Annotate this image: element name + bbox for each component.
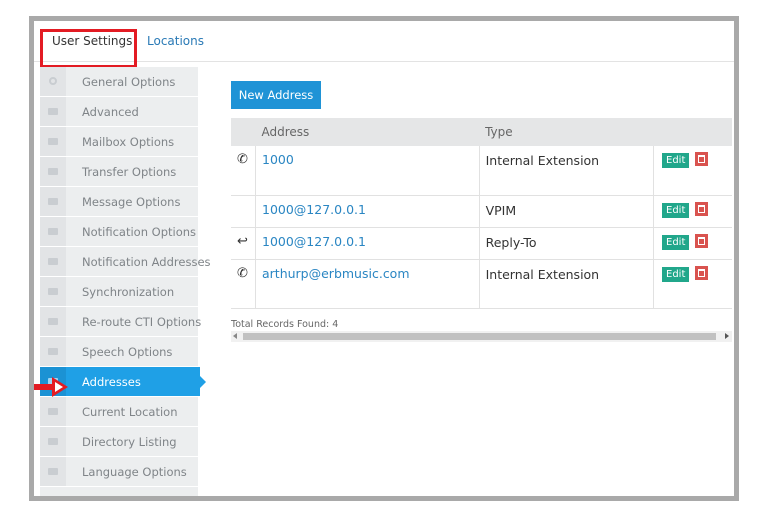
sidebar-item-mailbox-options[interactable]: Mailbox Options xyxy=(40,127,198,157)
tab-locations[interactable]: Locations xyxy=(147,21,204,61)
column-header-icon xyxy=(231,118,256,146)
sidebar-item-language-options[interactable]: Language Options xyxy=(40,457,198,487)
column-header-address: Address xyxy=(255,118,480,146)
sidebar-item-label: Message Options xyxy=(82,195,181,209)
table-row: ✆ 1000 Internal Extension Edit xyxy=(231,146,732,196)
sidebar-item-label: Advanced xyxy=(82,105,139,119)
address-type: Internal Extension xyxy=(479,146,655,196)
table-row: 1000@127.0.0.1 VPIM Edit xyxy=(231,195,732,228)
total-records: Total Records Found: 4 xyxy=(231,319,339,330)
sidebar-item-label: Synchronization xyxy=(82,285,175,299)
horizontal-scrollbar[interactable] xyxy=(231,331,732,342)
new-address-button[interactable]: New Address xyxy=(231,81,321,109)
address-link[interactable]: 1000@127.0.0.1 xyxy=(255,227,480,260)
sidebar-item-message-options[interactable]: Message Options xyxy=(40,187,198,217)
sidebar-item-label: Transfer Options xyxy=(82,165,177,179)
tab-bar: User Settings Locations xyxy=(34,21,734,68)
reply-icon: ↩ xyxy=(231,227,256,260)
sidebar-item-directory-listing[interactable]: Directory Listing xyxy=(40,427,198,457)
settings-panel: User Settings Locations General Options … xyxy=(29,16,739,501)
scrollbar-thumb[interactable] xyxy=(243,333,716,340)
sidebar-item-label: Re-route CTI Options xyxy=(82,315,202,329)
trash-icon[interactable] xyxy=(695,152,709,166)
sidebar-item-notification-addresses[interactable]: Notification Addresses xyxy=(40,247,211,277)
edit-button[interactable]: Edit xyxy=(662,266,690,282)
column-header-actions xyxy=(653,118,732,146)
sidebar-item-label: Notification Options xyxy=(82,225,197,239)
sidebar-item-label: Addresses xyxy=(82,375,141,389)
edit-button[interactable]: Edit xyxy=(662,202,690,218)
scroll-left-icon[interactable] xyxy=(233,333,237,339)
row-actions: Edit xyxy=(653,259,732,309)
sidebar-item-reroute-cti-options[interactable]: Re-route CTI Options xyxy=(40,307,202,337)
sidebar-item-transfer-options[interactable]: Transfer Options xyxy=(40,157,198,187)
envelope-icon xyxy=(48,408,58,415)
phone-icon: ✆ xyxy=(231,146,256,196)
gear-icon xyxy=(49,77,57,85)
sidebar-item-general-options[interactable]: General Options xyxy=(40,67,198,97)
address-link[interactable]: 1000@127.0.0.1 xyxy=(255,195,480,228)
highlight-box xyxy=(40,29,137,68)
sidebar-item-label: Current Location xyxy=(82,405,178,419)
sidebar-item-addresses[interactable]: Addresses xyxy=(34,367,206,397)
sidebar-item-label: Directory Listing xyxy=(82,435,177,449)
trash-icon[interactable] xyxy=(695,265,709,280)
sidebar: General Options Advanced Mailbox Options… xyxy=(34,67,211,496)
sidebar-item-synchronization[interactable]: Synchronization xyxy=(40,277,198,307)
row-actions: Edit xyxy=(653,195,732,228)
address-link[interactable]: 1000 xyxy=(255,146,480,196)
table-header-row: Address Type xyxy=(231,118,732,146)
trash-icon[interactable] xyxy=(695,233,709,248)
sidebar-item-label: General Options xyxy=(82,75,176,89)
sidebar-item-current-location[interactable]: Current Location xyxy=(40,397,198,427)
table-row: ↩ 1000@127.0.0.1 Reply-To Edit xyxy=(231,227,732,260)
sidebar-item-advanced[interactable]: Advanced xyxy=(40,97,198,127)
active-indicator xyxy=(200,376,206,388)
envelope-icon xyxy=(48,108,58,115)
edit-button[interactable]: Edit xyxy=(662,153,690,168)
edit-button[interactable]: Edit xyxy=(662,234,690,250)
sidebar-item-label: Notification Addresses xyxy=(82,255,211,269)
envelope-icon xyxy=(48,288,58,295)
address-type: Reply-To xyxy=(479,227,655,260)
address-type: Internal Extension xyxy=(479,259,655,309)
red-pointer-arrow-icon xyxy=(34,377,68,397)
envelope-icon xyxy=(48,348,58,355)
envelope-icon xyxy=(48,198,58,205)
column-header-type: Type xyxy=(479,118,654,146)
envelope-icon xyxy=(48,138,58,145)
sidebar-item-speech-options[interactable]: Speech Options xyxy=(40,337,198,367)
envelope-icon xyxy=(48,468,58,475)
row-icon xyxy=(231,195,256,228)
table-row: ✆ arthurp@erbmusic.com Internal Extensio… xyxy=(231,259,732,309)
row-actions: Edit xyxy=(653,227,732,260)
row-actions: Edit xyxy=(653,146,732,196)
address-link[interactable]: arthurp@erbmusic.com xyxy=(255,259,480,309)
envelope-icon xyxy=(48,168,58,175)
sidebar-item-label: Mailbox Options xyxy=(82,135,175,149)
sidebar-item-label: Language Options xyxy=(82,465,187,479)
phone-icon: ✆ xyxy=(231,259,256,309)
addresses-table: Address Type ✆ 1000 Internal Extension E… xyxy=(231,118,732,309)
envelope-icon xyxy=(48,438,58,445)
sidebar-item-label: Speech Options xyxy=(82,345,173,359)
address-type: VPIM xyxy=(479,195,655,228)
envelope-icon xyxy=(48,318,58,325)
sidebar-item-notification-options[interactable]: Notification Options xyxy=(40,217,198,247)
envelope-icon xyxy=(48,228,58,235)
scroll-right-icon[interactable] xyxy=(725,333,729,339)
trash-icon[interactable] xyxy=(695,201,709,216)
envelope-icon xyxy=(48,258,58,265)
